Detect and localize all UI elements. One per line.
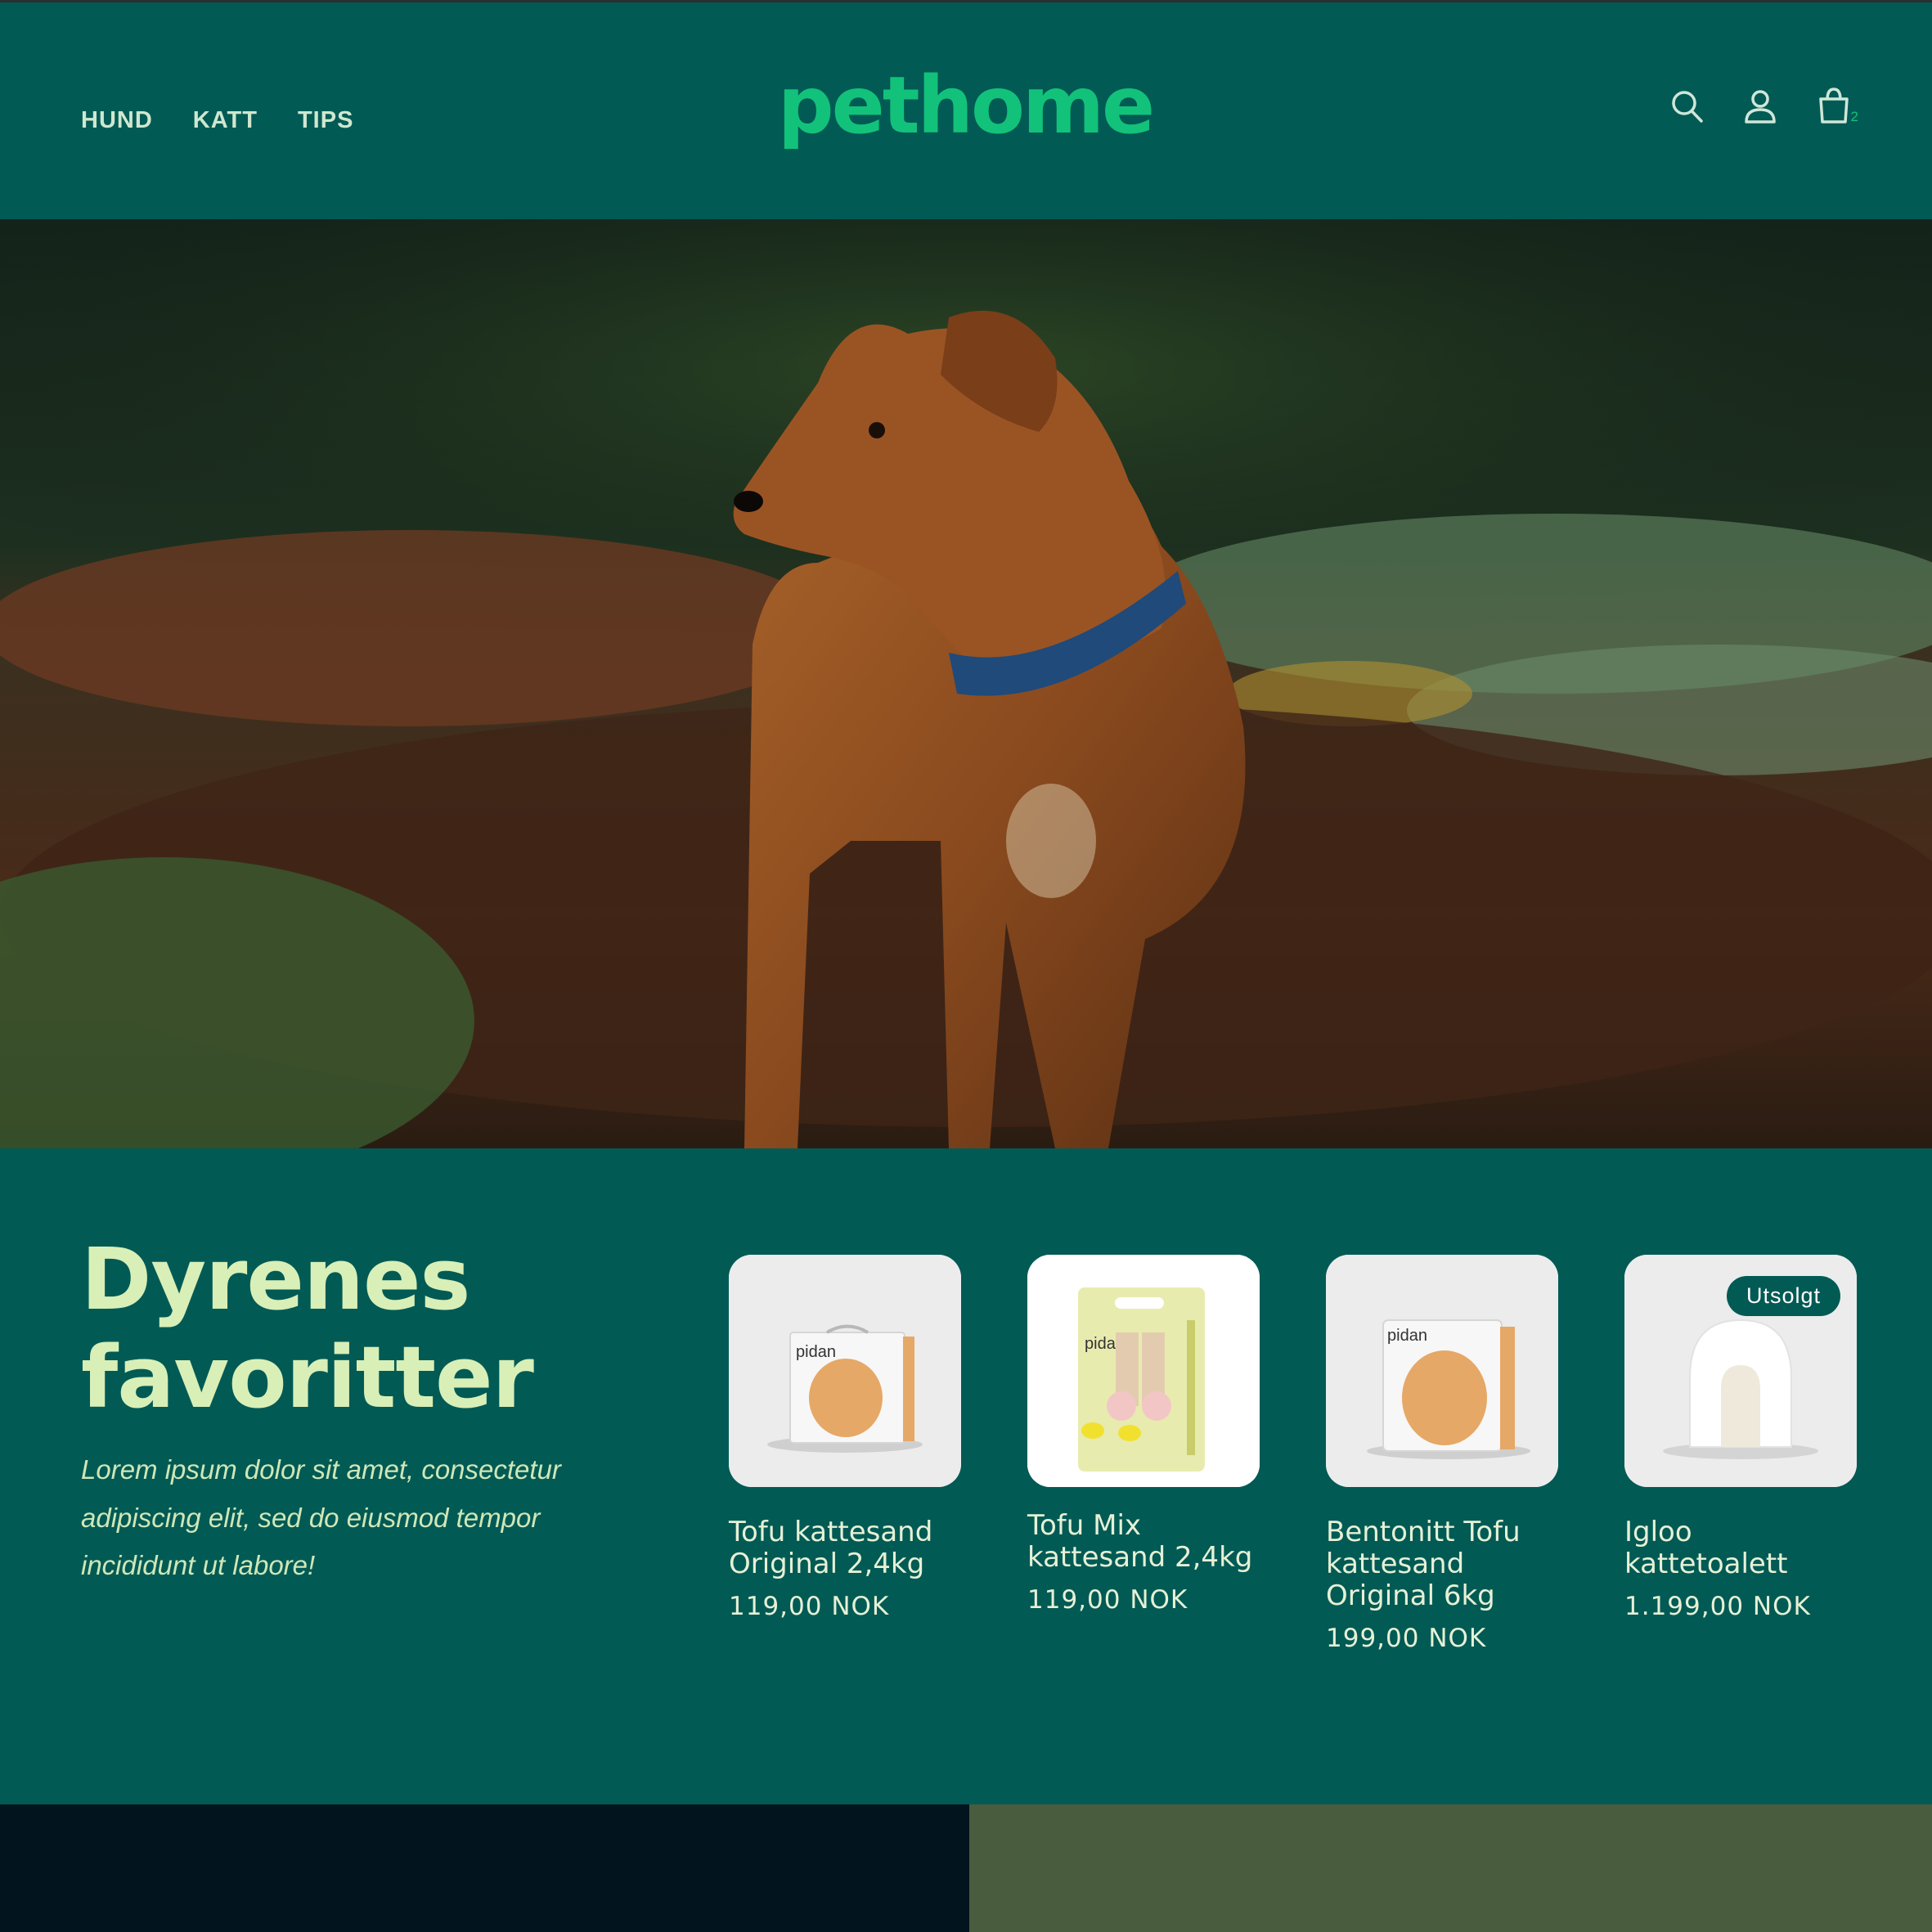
header-icons: 2 xyxy=(1669,86,1858,127)
favorites-title: Dyrenes favoritter xyxy=(81,1229,534,1427)
main-nav: HUND KATT TIPS xyxy=(81,107,353,134)
product-name[interactable]: Igloo kattetoalett xyxy=(1624,1516,1857,1580)
favorites-description: Lorem ipsum dolor sit amet, consectetur … xyxy=(81,1454,561,1580)
product-price: 119,00 NOK xyxy=(1027,1585,1188,1615)
product-price: 1.199,00 NOK xyxy=(1624,1592,1811,1621)
product-price: 119,00 NOK xyxy=(729,1592,890,1621)
product-card[interactable]: Utsolgt Igloo kattetoalett 1.199,00 NOK xyxy=(1624,1255,1857,1621)
sold-out-badge: Utsolgt xyxy=(1726,1276,1840,1316)
nav-item-katt[interactable]: KATT xyxy=(193,107,258,134)
nav-item-tips[interactable]: TIPS xyxy=(298,107,353,134)
product-card[interactable]: pidan Tofu kattesand Original 2,4kg 119,… xyxy=(729,1255,961,1621)
product-image[interactable]: pidan xyxy=(1326,1255,1558,1487)
product-price: 199,00 NOK xyxy=(1326,1624,1487,1653)
site-header: HUND KATT TIPS pethome 2 xyxy=(0,2,1932,219)
cart-icon[interactable]: 2 xyxy=(1816,86,1858,127)
hero-image xyxy=(0,219,1932,1148)
product-card[interactable]: pidan Tofu Mix kattesand 2,4kg 119,00 NO… xyxy=(1027,1255,1260,1615)
promo-block-olive xyxy=(969,1804,1932,1932)
product-image[interactable]: Utsolgt xyxy=(1624,1255,1857,1487)
account-icon[interactable] xyxy=(1742,86,1778,127)
product-card[interactable]: pidan Bentonitt Tofu kattesand Original … xyxy=(1326,1255,1558,1653)
package-brand-text: pidan xyxy=(1387,1327,1427,1345)
product-name[interactable]: Tofu kattesand Original 2,4kg xyxy=(729,1516,961,1580)
nav-item-hund[interactable]: HUND xyxy=(81,107,153,134)
favorites-section: Dyrenes favoritter Lorem ipsum dolor sit… xyxy=(0,1148,1932,1804)
product-image[interactable]: pidan xyxy=(729,1255,961,1487)
search-icon[interactable] xyxy=(1669,86,1705,127)
product-name[interactable]: Bentonitt Tofu kattesand Original 6kg xyxy=(1326,1516,1558,1612)
site-logo[interactable]: pethome xyxy=(761,66,1170,145)
cart-count-badge: 2 xyxy=(1850,109,1858,124)
product-image[interactable]: pidan xyxy=(1027,1255,1260,1487)
package-brand-text: pidan xyxy=(796,1343,836,1361)
product-name[interactable]: Tofu Mix kattesand 2,4kg xyxy=(1027,1510,1260,1574)
promo-block-dark xyxy=(0,1804,969,1932)
